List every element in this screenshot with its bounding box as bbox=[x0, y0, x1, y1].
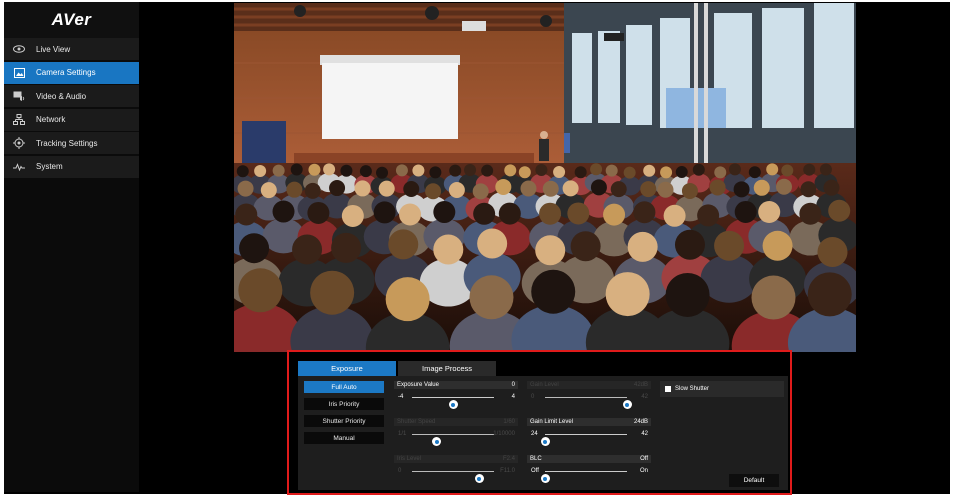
sidebar-item-label: System bbox=[36, 162, 63, 171]
blc-min: Off bbox=[531, 468, 539, 474]
slow-shutter-option[interactable]: Slow Shutter bbox=[660, 381, 784, 397]
gain-limit-level-label: Gain Limit Level bbox=[530, 419, 574, 425]
gain-limit-level-slider[interactable] bbox=[540, 433, 627, 446]
default-button[interactable]: Default bbox=[729, 474, 779, 487]
exposure-value-label: Exposure Value bbox=[397, 382, 439, 388]
gain-limit-level-min: 24 bbox=[531, 431, 538, 437]
blc-readout: Off bbox=[640, 456, 648, 462]
exposure-value-control: Exposure Value 0 -4 4 bbox=[394, 381, 518, 409]
gain-limit-level-header: Gain Limit Level 24dB bbox=[527, 418, 651, 426]
gain-limit-level-max: 42 bbox=[641, 431, 648, 437]
shutter-speed-readout: 1/60 bbox=[503, 419, 515, 425]
slow-shutter-checkbox[interactable] bbox=[665, 386, 671, 392]
gain-level-label: Gain Level bbox=[530, 382, 559, 388]
iris-level-slider[interactable] bbox=[412, 470, 494, 483]
exposure-value-slider-row: -4 4 bbox=[394, 389, 518, 409]
exposure-panel: Full Auto Iris Priority Shutter Priority… bbox=[298, 376, 788, 490]
exposure-value-max: 4 bbox=[511, 394, 515, 400]
sidebar-item-label: Camera Settings bbox=[36, 68, 96, 77]
iris-level-slider-row: 0 F11.0 bbox=[394, 463, 518, 483]
exposure-value-readout: 0 bbox=[511, 382, 515, 388]
exposure-value-slider[interactable] bbox=[412, 396, 494, 409]
slow-shutter-label: Slow Shutter bbox=[675, 386, 710, 392]
gain-level-header: Gain Level 42dB bbox=[527, 381, 651, 389]
iris-level-min: 0 bbox=[398, 468, 402, 474]
image-icon bbox=[12, 67, 26, 79]
tab-image-process[interactable]: Image Process bbox=[398, 361, 496, 376]
mode-iris-priority-button[interactable]: Iris Priority bbox=[304, 398, 384, 410]
sidebar-item-label: Tracking Settings bbox=[36, 138, 98, 148]
exposure-value-slider-handle[interactable] bbox=[448, 400, 458, 409]
sidebar-item-label: Network bbox=[36, 115, 66, 124]
blc-header: BLC Off bbox=[527, 455, 651, 463]
gain-level-slider-handle[interactable] bbox=[622, 400, 632, 409]
iris-level-label: Iris Level bbox=[397, 456, 422, 462]
panel-tabs: Exposure Image Process bbox=[298, 361, 498, 376]
app-window: AVer Live View Camera Settings Video & A… bbox=[4, 2, 950, 495]
blc-max: On bbox=[639, 468, 648, 474]
sidebar-item-network[interactable]: Network bbox=[4, 108, 139, 131]
iris-level-max: F11.0 bbox=[500, 468, 515, 474]
shutter-speed-header: Shutter Speed 1/60 bbox=[394, 418, 518, 426]
logo-text: AVer bbox=[51, 10, 92, 29]
mode-manual-button[interactable]: Manual bbox=[304, 432, 384, 444]
eye-icon bbox=[12, 43, 26, 55]
blc-slider[interactable] bbox=[540, 470, 627, 483]
blc-slider-row: Off On bbox=[527, 463, 651, 483]
blc-label: BLC bbox=[530, 456, 542, 462]
shutter-speed-slider-handle[interactable] bbox=[432, 437, 442, 446]
shutter-speed-label: Shutter Speed bbox=[397, 419, 436, 425]
iris-level-control: Iris Level F2.4 0 F11.0 bbox=[394, 455, 518, 483]
gain-limit-level-slider-row: 24 42 bbox=[527, 426, 651, 446]
gain-level-slider[interactable] bbox=[545, 396, 632, 409]
camera-live-view[interactable] bbox=[234, 3, 856, 352]
tracking-icon bbox=[12, 137, 26, 149]
shutter-speed-max: 1/10000 bbox=[493, 431, 515, 437]
shutter-speed-control: Shutter Speed 1/60 1/1 1/10000 bbox=[394, 418, 518, 446]
blc-slider-handle[interactable] bbox=[540, 474, 550, 483]
gain-level-min: 0 bbox=[531, 394, 535, 400]
sidebar: AVer Live View Camera Settings Video & A… bbox=[4, 2, 139, 492]
gain-level-slider-row: 0 42 bbox=[527, 389, 651, 409]
pulse-icon bbox=[12, 161, 26, 173]
gain-limit-level-control: Gain Limit Level 24dB 24 42 bbox=[527, 418, 651, 446]
sidebar-item-label: Live View bbox=[36, 44, 71, 54]
iris-level-slider-handle[interactable] bbox=[474, 474, 484, 483]
mode-full-auto-button[interactable]: Full Auto bbox=[304, 381, 384, 393]
settings-panel-highlight: Exposure Image Process Full Auto Iris Pr… bbox=[287, 350, 792, 495]
sidebar-item-system[interactable]: System bbox=[4, 155, 139, 178]
iris-level-header: Iris Level F2.4 bbox=[394, 455, 518, 463]
gain-limit-level-readout: 24dB bbox=[633, 419, 648, 425]
exposure-value-min: -4 bbox=[398, 394, 404, 400]
shutter-speed-slider[interactable] bbox=[412, 433, 494, 446]
video-audio-icon bbox=[12, 90, 26, 102]
sidebar-item-camera-settings[interactable]: Camera Settings bbox=[4, 61, 139, 84]
gain-level-control: Gain Level 42dB 0 42 bbox=[527, 381, 651, 409]
aver-logo: AVer bbox=[4, 2, 139, 38]
iris-level-readout: F2.4 bbox=[502, 456, 515, 462]
mode-shutter-priority-button[interactable]: Shutter Priority bbox=[304, 415, 384, 427]
sidebar-item-label: Video & Audio bbox=[36, 91, 87, 101]
gain-level-max: 42 bbox=[641, 394, 648, 400]
sidebar-item-tracking-settings[interactable]: Tracking Settings bbox=[4, 132, 139, 154]
exposure-mode-list: Full Auto Iris Priority Shutter Priority… bbox=[304, 381, 384, 449]
tab-exposure[interactable]: Exposure bbox=[298, 361, 396, 376]
network-icon bbox=[12, 114, 26, 126]
gain-level-readout: 42dB bbox=[633, 382, 648, 388]
shutter-speed-min: 1/1 bbox=[398, 431, 407, 437]
shutter-speed-slider-row: 1/1 1/10000 bbox=[394, 426, 518, 446]
exposure-value-header: Exposure Value 0 bbox=[394, 381, 518, 389]
sidebar-item-live-view[interactable]: Live View bbox=[4, 38, 139, 60]
gain-limit-level-slider-handle[interactable] bbox=[540, 437, 550, 446]
sidebar-item-video-audio[interactable]: Video & Audio bbox=[4, 85, 139, 107]
blc-control: BLC Off Off On bbox=[527, 455, 651, 483]
